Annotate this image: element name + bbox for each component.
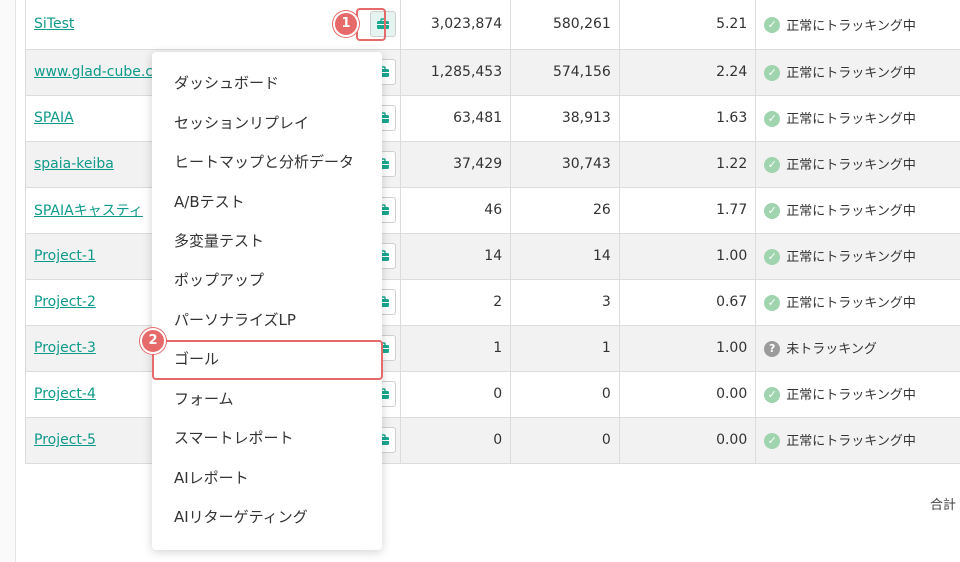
tracking-status-cell: ✓ 正常にトラッキング中: [755, 48, 960, 96]
metric-1-cell: 1,285,453: [400, 48, 512, 96]
rate-cell: 0.67: [618, 278, 757, 326]
site-link[interactable]: www.glad-cube.c: [34, 64, 153, 80]
status-text: 未トラッキング: [786, 342, 877, 358]
check-circle-icon: ✓: [764, 17, 781, 33]
metric-2-cell: 3: [510, 278, 620, 326]
menu-item[interactable]: パーソナライズLP: [152, 300, 382, 340]
menu-item[interactable]: ポップアップ: [152, 260, 382, 300]
menu-item[interactable]: フォーム: [152, 379, 382, 419]
check-circle-icon: ✓: [764, 64, 781, 81]
site-link[interactable]: Project-1: [34, 248, 96, 264]
rate-cell: 1.00: [618, 232, 757, 280]
tracking-status-cell: ? 未トラッキング: [755, 324, 960, 372]
metric-2-cell: 574,156: [510, 48, 620, 96]
metric-1-cell: 1: [400, 324, 512, 372]
tracking-status-cell: ✓ 正常にトラッキング中: [755, 278, 960, 326]
status-text: 正常にトラッキング中: [786, 388, 916, 404]
rate-cell: 1.22: [618, 140, 757, 188]
tracking-status-cell: ✓ 正常にトラッキング中: [755, 370, 960, 418]
site-link[interactable]: SPAIA: [34, 110, 74, 126]
menu-item[interactable]: AIリターゲティング: [152, 497, 382, 537]
menu-item[interactable]: A/Bテスト: [152, 182, 382, 222]
status-text: 正常にトラッキング中: [786, 158, 916, 174]
tracking-status-cell: ✓ 正常にトラッキング中: [755, 0, 960, 50]
rate-cell: 1.00: [618, 324, 757, 372]
status-text: 正常にトラッキング中: [786, 296, 916, 312]
metric-1-cell: 2: [400, 278, 512, 326]
rate-cell: 1.77: [618, 186, 757, 234]
check-circle-icon: ✓: [764, 248, 781, 265]
menu-item[interactable]: AIレポート: [152, 458, 382, 498]
metric-1-cell: 0: [400, 370, 512, 418]
status-text: 正常にトラッキング中: [786, 112, 916, 128]
tracking-status-cell: ✓ 正常にトラッキング中: [755, 416, 960, 464]
menu-item[interactable]: ヒートマップと分析データ: [152, 142, 382, 182]
check-circle-icon: ✓: [764, 110, 781, 127]
step-2-marker: 2: [140, 328, 166, 354]
check-circle-icon: ✓: [764, 156, 781, 173]
site-link[interactable]: Project-3: [34, 340, 96, 356]
metric-2-cell: 38,913: [510, 94, 620, 142]
status-text: 正常にトラッキング中: [786, 18, 916, 34]
metric-2-cell: 26: [510, 186, 620, 234]
rate-cell: 2.24: [618, 48, 757, 96]
rate-cell: 0.00: [618, 370, 757, 418]
metric-1-cell: 63,481: [400, 94, 512, 142]
check-circle-icon: ✓: [764, 386, 781, 403]
menu-item[interactable]: スマートレポート: [152, 418, 382, 458]
menu-item[interactable]: セッションリプレイ: [152, 103, 382, 143]
metric-2-cell: 30,743: [510, 140, 620, 188]
status-text: 正常にトラッキング中: [786, 250, 916, 266]
rate-cell: 1.63: [618, 94, 757, 142]
check-circle-icon: ✓: [764, 202, 781, 219]
menu-item[interactable]: 多変量テスト: [152, 221, 382, 261]
menu-item[interactable]: ダッシュボード: [152, 63, 382, 103]
status-text: 正常にトラッキング中: [786, 66, 916, 82]
rate-cell: 0.00: [618, 416, 757, 464]
highlight-goal-item: [152, 340, 383, 380]
site-link[interactable]: SPAIAキャスティ: [34, 203, 143, 219]
metric-2-cell: 580,261: [510, 0, 620, 50]
site-link[interactable]: Project-4: [34, 386, 96, 402]
status-text: 正常にトラッキング中: [786, 434, 916, 450]
metric-2-cell: 0: [510, 416, 620, 464]
tracking-status-cell: ✓ 正常にトラッキング中: [755, 94, 960, 142]
site-link[interactable]: spaia-keiba: [34, 156, 114, 172]
tracking-status-cell: ✓ 正常にトラッキング中: [755, 186, 960, 234]
rate-cell: 5.21: [618, 0, 757, 50]
metric-1-cell: 14: [400, 232, 512, 280]
metric-2-cell: 14: [510, 232, 620, 280]
site-link[interactable]: SiTest: [34, 16, 74, 32]
step-1-marker: 1: [333, 11, 359, 37]
site-tools-menu: ダッシュボード セッションリプレイ ヒートマップと分析データ A/Bテスト 多変量テスト…: [152, 52, 382, 550]
tracking-status-cell: ✓ 正常にトラッキング中: [755, 140, 960, 188]
check-circle-icon: ✓: [764, 432, 781, 449]
site-link[interactable]: Project-2: [34, 294, 96, 310]
metric-2-cell: 1: [510, 324, 620, 372]
metric-1-cell: 37,429: [400, 140, 512, 188]
metric-2-cell: 0: [510, 370, 620, 418]
metric-1-cell: 0: [400, 416, 512, 464]
metric-1-cell: 3,023,874: [400, 0, 512, 50]
highlight-tool-button: [356, 8, 386, 41]
check-circle-icon: ✓: [764, 294, 781, 311]
question-circle-icon: ?: [764, 340, 781, 357]
site-link[interactable]: Project-5: [34, 432, 96, 448]
total-label: 合計: [930, 498, 957, 513]
tracking-status-cell: ✓ 正常にトラッキング中: [755, 232, 960, 280]
status-text: 正常にトラッキング中: [786, 204, 916, 220]
left-sidebar-edge: [0, 0, 16, 562]
metric-1-cell: 46: [400, 186, 512, 234]
table-row: SiTest 3,023,874 580,261 5.21 ✓ 正常にトラッキング…: [24, 0, 960, 50]
